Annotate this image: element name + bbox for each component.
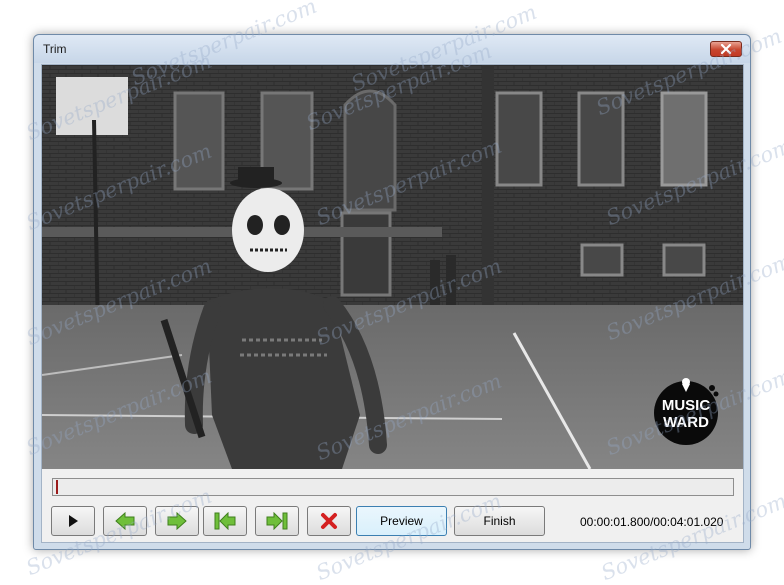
set-start-button[interactable] — [203, 506, 247, 536]
set-end-icon — [266, 512, 288, 530]
set-end-button[interactable] — [255, 506, 299, 536]
timeline-track[interactable] — [52, 478, 734, 496]
arrow-left-icon — [115, 512, 135, 530]
title-bar[interactable]: Trim — [34, 35, 750, 63]
arrow-right-icon — [167, 512, 187, 530]
previous-frame-button[interactable] — [103, 506, 147, 536]
play-icon — [69, 515, 78, 527]
play-button[interactable] — [51, 506, 95, 536]
video-preview: MUSIC WARD — [42, 65, 743, 469]
video-frame — [42, 65, 743, 469]
music-ward-logo: MUSIC WARD — [652, 374, 720, 446]
delete-icon — [321, 513, 337, 529]
logo-line-1: MUSIC — [661, 397, 711, 414]
close-icon — [720, 44, 732, 54]
trim-window: Trim MUSIC WARD Preview Finish 00:00:01.… — [33, 34, 751, 550]
close-button[interactable] — [710, 41, 742, 57]
preview-button[interactable]: Preview — [356, 506, 447, 536]
next-frame-button[interactable] — [155, 506, 199, 536]
client-area: MUSIC WARD Preview Finish 00:00:01.800/0… — [41, 64, 744, 543]
finish-button[interactable]: Finish — [454, 506, 545, 536]
logo-line-2: WARD — [663, 414, 709, 431]
delete-button[interactable] — [307, 506, 351, 536]
timeline-position-marker[interactable] — [56, 480, 58, 494]
time-readout: 00:00:01.800/00:04:01.020 — [580, 515, 724, 529]
window-title: Trim — [43, 42, 67, 56]
set-start-icon — [214, 512, 236, 530]
